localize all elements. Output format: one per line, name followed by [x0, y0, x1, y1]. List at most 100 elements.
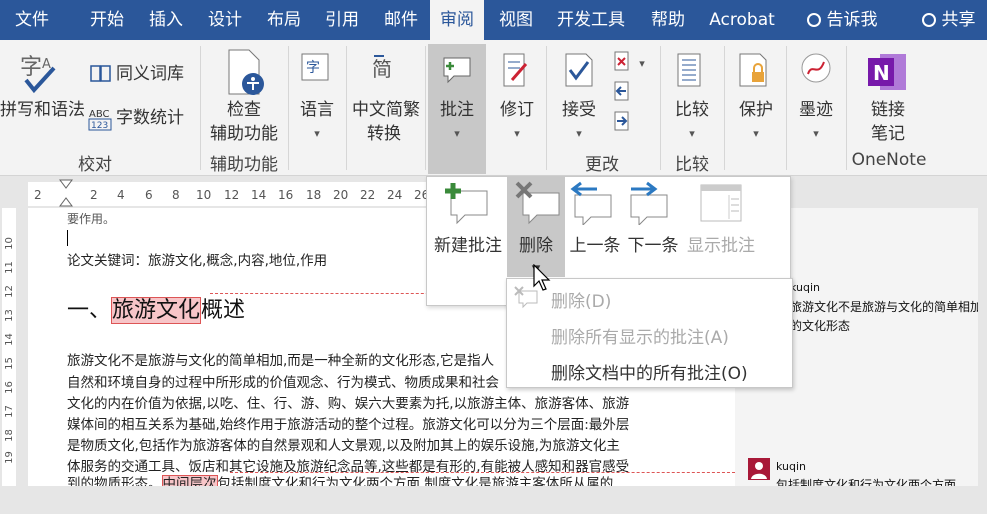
tab-view[interactable]: 视图 — [489, 0, 543, 40]
tab-file[interactable]: 文件 — [4, 0, 60, 40]
menu-item-delete: 删除(D) — [551, 292, 612, 312]
vruler-number: 16 — [3, 381, 15, 394]
comment-1-text[interactable]: 旅游文化不是旅游与文化的简单相加,而 — [790, 298, 978, 315]
group-accessibility-label: 辅助功能 — [210, 155, 278, 175]
new-comment-button[interactable]: 新建批注 — [429, 231, 507, 256]
svg-text:字: 字 — [306, 60, 320, 76]
comment-2-text[interactable]: 包括制度文化和行为文化两个方面 — [776, 476, 956, 486]
heading-prefix: 一、 — [67, 298, 112, 323]
previous-comment-icon — [570, 181, 612, 225]
thesaurus-button[interactable]: 同义词库 — [116, 62, 196, 86]
last-highlight[interactable]: 中间层次 — [161, 475, 218, 486]
doc-line: 自然和环境自身的过程中所形成的价值观念、行为模式、物质成果和社会 — [67, 375, 499, 391]
chinese-conversion-label2[interactable]: 转换 — [358, 122, 410, 146]
ink-button[interactable]: 墨迹 — [790, 98, 842, 122]
comment-1-author: kuqin — [790, 281, 821, 294]
chevron-down-icon: ▾ — [576, 127, 582, 140]
doc-line: 是物质文化,包括作为旅游客体的自然景观和人文景观,以及附加其上的娱乐设施,为旅游… — [67, 438, 620, 454]
tab-mailings[interactable]: 邮件 — [374, 0, 428, 40]
spelling-grammar-button[interactable]: 拼写和语法 — [0, 98, 90, 122]
separator — [346, 46, 347, 170]
vruler-number: 10 — [3, 237, 15, 250]
tab-developer[interactable]: 开发工具 — [550, 0, 632, 40]
ribbon-tab-bar: 文件 开始 插入 设计 布局 引用 邮件 审阅 视图 开发工具 帮助 Acrob… — [0, 0, 987, 40]
last-suffix: 包括制度文化和行为文化两个方面,制度文化是旅游主客体所从属的 — [217, 476, 614, 486]
linked-notes-label1[interactable]: 链接 — [850, 98, 926, 122]
tab-review[interactable]: 审阅 — [430, 0, 484, 40]
separator — [288, 46, 289, 170]
tab-help[interactable]: 帮助 — [641, 0, 695, 40]
doc-line: 文化的内在价值为依据,以吃、住、行、游、购、娱六大要素为托,以旅游主体、旅游客体… — [67, 396, 630, 412]
tab-references[interactable]: 引用 — [315, 0, 369, 40]
svg-text:N: N — [873, 61, 890, 85]
delete-label: 删除 — [519, 236, 553, 256]
vruler-number: 11 — [3, 261, 15, 274]
mouse-cursor-icon — [533, 264, 551, 291]
vruler-number: 14 — [3, 333, 15, 346]
separator — [200, 46, 201, 170]
heading-highlight[interactable]: 旅游文化 — [111, 297, 202, 324]
language-button[interactable]: 语言 — [292, 98, 342, 122]
word-count-button[interactable]: 字数统计 — [116, 106, 196, 130]
ruler-number: 14 — [251, 188, 267, 202]
indent-marker-icon[interactable] — [58, 178, 74, 208]
comment-connector — [230, 472, 735, 473]
show-comments-button: 显示批注 — [687, 236, 755, 256]
show-comments-icon — [700, 184, 742, 222]
text-cursor — [67, 230, 68, 246]
protect-button[interactable]: 保护 — [728, 98, 784, 122]
spelling-icon: 字 A — [20, 55, 56, 94]
comment-1-text2[interactable]: 的文化形态 — [790, 317, 850, 334]
tab-insert[interactable]: 插入 — [139, 0, 193, 40]
check-accessibility-label2[interactable]: 辅助功能 — [204, 122, 284, 146]
comment-2-author: kuqin — [776, 460, 807, 473]
previous-comment-button[interactable]: 上一条 — [565, 231, 625, 256]
doc-top-partial: 要作用。 — [67, 212, 116, 226]
previous-change-icon[interactable] — [612, 80, 634, 102]
comment-icon — [443, 57, 471, 84]
person-icon — [921, 13, 936, 27]
next-change-icon[interactable] — [612, 110, 634, 132]
separator — [546, 46, 547, 170]
delete-comment-icon — [515, 181, 560, 225]
tell-me-box[interactable]: 告诉我 — [796, 0, 888, 40]
ruler-number: 22 — [360, 188, 376, 202]
separator — [660, 46, 661, 170]
ruler-number: 2 — [90, 188, 98, 202]
tab-home[interactable]: 开始 — [80, 0, 134, 40]
ruler-number: 18 — [306, 188, 322, 202]
track-changes-button[interactable]: 修订 — [490, 98, 544, 122]
thesaurus-icon — [90, 65, 111, 82]
ribbon: 字 A 拼写和语法 同义词库 ABC 123 字数统计 校对 检查 辅助功能 辅… — [0, 40, 987, 176]
chevron-down-icon: ▾ — [454, 127, 460, 140]
tab-layout[interactable]: 布局 — [257, 0, 311, 40]
vruler-number: 17 — [3, 405, 15, 418]
ruler-number: 6 — [145, 188, 153, 202]
new-comment-icon — [445, 183, 488, 225]
share-button[interactable]: 共享 — [910, 0, 987, 40]
delete-dropdown-menu: 删除(D) 删除所有显示的批注(A) 删除文档中的所有批注(O) — [506, 278, 793, 388]
menu-item-delete-all-shown: 删除所有显示的批注(A) — [551, 328, 729, 348]
separator — [786, 46, 787, 170]
avatar — [748, 458, 770, 480]
menu-item-delete-all-in-document[interactable]: 删除文档中的所有批注(O) — [551, 359, 748, 384]
vruler-number: 12 — [3, 285, 15, 298]
ruler-number: 24 — [387, 188, 403, 202]
next-comment-button[interactable]: 下一条 — [623, 231, 683, 256]
tab-design[interactable]: 设计 — [198, 0, 252, 40]
tab-acrobat[interactable]: Acrobat — [704, 0, 780, 40]
reject-icon[interactable] — [612, 50, 634, 72]
chinese-conversion-label1[interactable]: 中文简繁 — [348, 98, 424, 122]
ruler-number: 16 — [278, 188, 294, 202]
linked-notes-label2[interactable]: 笔记 — [850, 122, 926, 146]
doc-line: 媒体间的相互关系为基础,始终作用于旅游活动的整个过程。旅游文化可以分为三个层面:… — [67, 417, 630, 433]
compare-button[interactable]: 比较 — [664, 98, 720, 122]
chevron-down-icon: ▾ — [813, 127, 819, 140]
svg-text:ABC: ABC — [89, 109, 110, 120]
check-accessibility-label1[interactable]: 检查 — [204, 98, 284, 122]
vruler-number: 15 — [3, 357, 15, 370]
svg-text:简: 简 — [372, 57, 392, 81]
ruler-number: 8 — [172, 188, 180, 202]
accept-button[interactable]: 接受 — [552, 98, 606, 122]
ink-icon — [801, 53, 831, 83]
